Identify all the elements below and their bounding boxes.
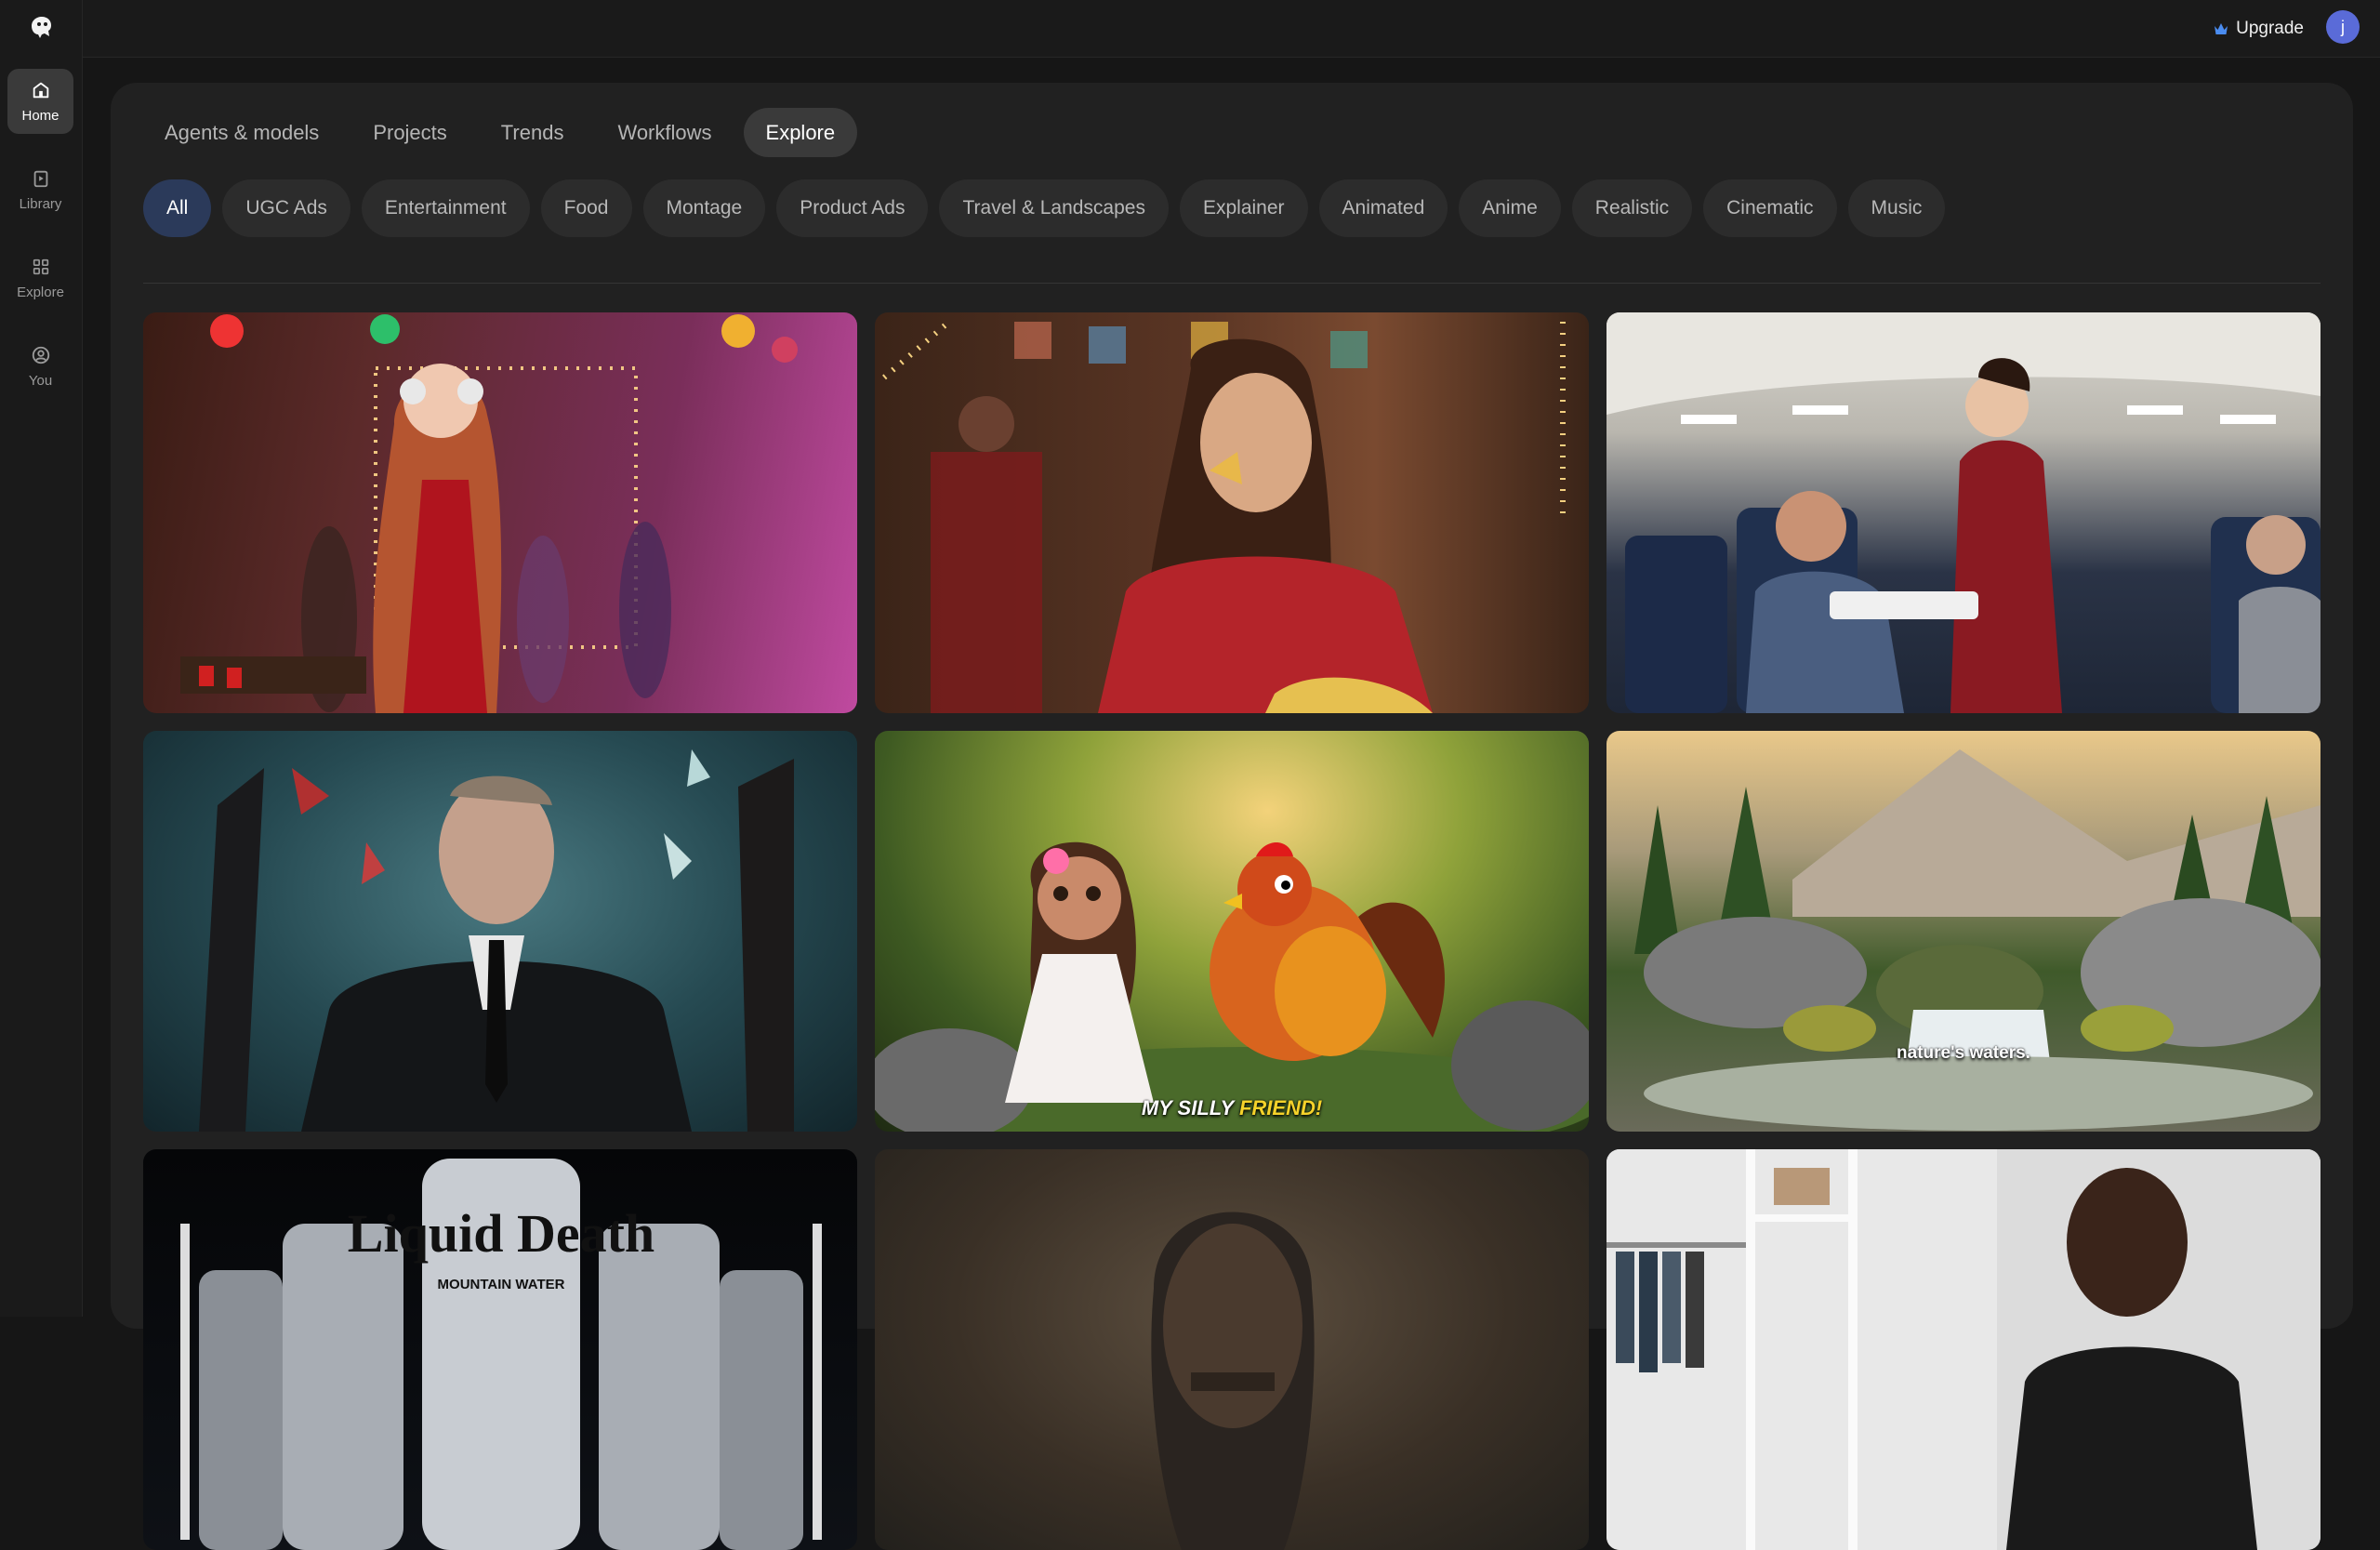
gallery-card-liquid-death[interactable]: Liquid Death MOUNTAIN WATER [143,1149,857,1550]
filter-chip-animated[interactable]: Animated [1318,179,1448,237]
sidebar-item-library[interactable]: Library [7,157,73,222]
explore-icon [33,258,48,274]
tab-agents-models[interactable]: Agents & models [142,108,341,157]
tab-workflows[interactable]: Workflows [595,108,734,157]
tab-trends[interactable]: Trends [479,108,587,157]
gallery-card-waterfall[interactable]: nature's waters. [1606,731,2320,1132]
filter-chip-music[interactable]: Music [1847,179,1946,237]
video-caption: nature's waters. [1897,1043,2030,1063]
divider [143,283,2320,284]
gallery-card-portrait[interactable] [875,1149,1589,1550]
woman-chip-image [882,319,1566,713]
gallery-card-airplane[interactable] [1606,312,2320,713]
sidebar: Home Library Explore You [0,0,83,1317]
filter-chip-realistic[interactable]: Realistic [1571,179,1693,237]
filter-chip-montage[interactable]: Montage [642,179,766,237]
gallery-card-woman-chip[interactable] [875,312,1589,713]
sidebar-item-label: Explore [17,284,64,300]
tab-projects[interactable]: Projects [350,108,469,157]
gallery-card-party-girl[interactable] [143,312,857,713]
sidebar-item-label: Home [21,107,60,124]
portrait-image [1151,1212,1315,1550]
upgrade-button[interactable]: Upgrade [2214,15,2304,43]
filter-chip-travel-landscapes[interactable]: Travel & Landscapes [939,179,1169,237]
section-tabs: Agents & models Projects Trends Workflow… [142,108,858,157]
sidebar-item-you[interactable]: You [7,334,73,399]
library-icon [33,170,47,187]
liquid-death-cans-image: Liquid Death MOUNTAIN WATER [180,1159,822,1550]
filter-chip-product-ads[interactable]: Product Ads [776,179,929,237]
user-icon [32,346,49,364]
waterfall-image [1634,749,2320,1131]
filter-chip-ugc-ads[interactable]: UGC Ads [222,179,350,237]
tab-explore[interactable]: Explore [743,108,858,157]
gallery-card-man-suit[interactable] [143,731,857,1132]
can-brand-text: Liquid Death [348,1203,654,1264]
sidebar-item-home[interactable]: Home [7,69,73,134]
party-scene-image [180,314,798,713]
filter-chip-entertainment[interactable]: Entertainment [361,179,530,237]
home-icon [33,82,48,98]
top-bar: Upgrade j [83,0,2380,58]
man-suit-image [199,749,794,1132]
filter-chip-all[interactable]: All [143,179,212,237]
sidebar-item-explore[interactable]: Explore [7,245,73,311]
app-logo-icon[interactable] [26,13,56,43]
explore-gallery: MY SILLY FRIEND! nature's waters. Liquid… [143,312,2320,1550]
filter-chip-anime[interactable]: Anime [1459,179,1561,237]
sidebar-item-label: You [28,372,53,389]
upgrade-label: Upgrade [2236,19,2304,38]
filter-chip-food[interactable]: Food [540,179,632,237]
main-panel: Agents & models Projects Trends Workflow… [111,83,2353,1550]
girl-rooster-image [875,841,1589,1132]
can-sub-text: MOUNTAIN WATER [438,1277,565,1292]
category-filters: All UGC Ads Entertainment Food Montage P… [143,179,1946,237]
filter-chip-explainer[interactable]: Explainer [1179,179,1308,237]
crown-icon [2215,23,2228,34]
video-caption: MY SILLY FRIEND! [1141,1096,1323,1119]
airplane-cabin-image [1606,312,2320,713]
sidebar-item-label: Library [19,195,62,212]
filter-chip-cinematic[interactable]: Cinematic [1703,179,1837,237]
closet-image [1606,1149,2320,1550]
gallery-card-closet[interactable] [1606,1149,2320,1550]
user-avatar[interactable]: j [2326,10,2360,44]
gallery-card-girl-rooster[interactable]: MY SILLY FRIEND! [875,731,1589,1132]
